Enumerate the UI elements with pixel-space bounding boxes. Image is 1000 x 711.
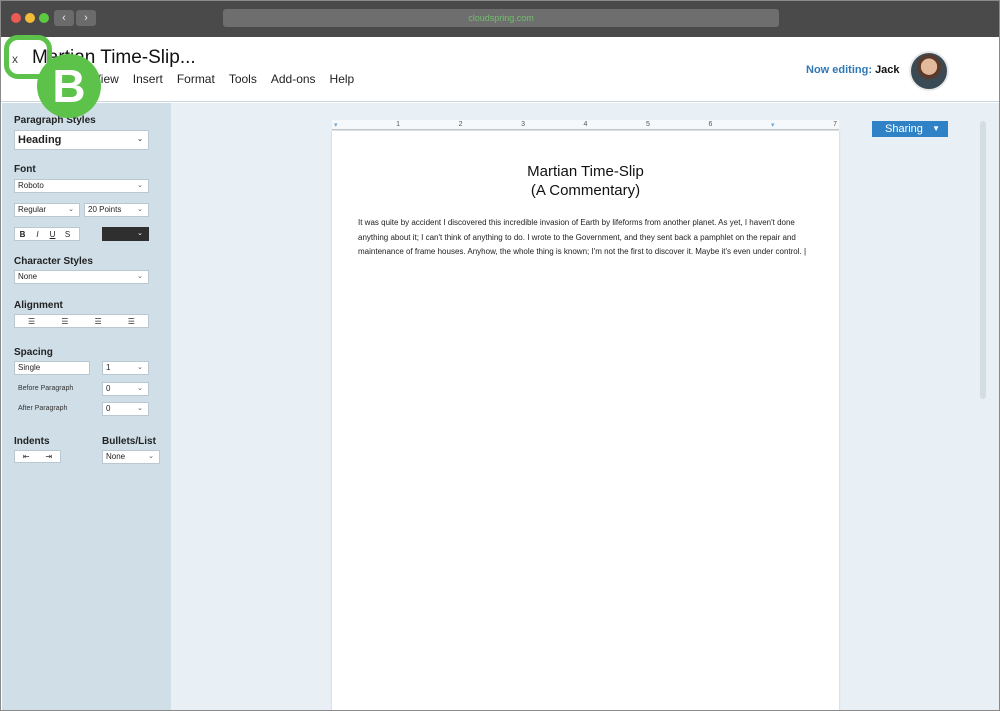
align-right-icon[interactable]: ☰ bbox=[95, 317, 102, 326]
alignment-label: Alignment bbox=[14, 300, 63, 311]
indent-toolbar: ⇤ ⇥ bbox=[14, 450, 61, 463]
align-center-icon[interactable]: ☰ bbox=[61, 317, 68, 326]
strikethrough-button[interactable]: S bbox=[60, 230, 75, 239]
document-page[interactable]: Martian Time-Slip (A Commentary) It was … bbox=[332, 131, 839, 710]
avatar[interactable] bbox=[909, 51, 949, 91]
spacing-label: Spacing bbox=[14, 347, 53, 358]
font-weight-value: Regular bbox=[18, 205, 47, 214]
underline-button[interactable]: U bbox=[45, 230, 60, 239]
menu-format[interactable]: Format bbox=[177, 72, 215, 86]
maximize-window-icon[interactable] bbox=[39, 13, 49, 23]
document-body[interactable]: It was quite by accident I discovered th… bbox=[358, 216, 814, 260]
address-bar[interactable]: cloudspring.com bbox=[223, 9, 779, 27]
ruler-tick-label: 5 bbox=[646, 121, 650, 128]
bold-button[interactable]: B bbox=[15, 230, 30, 239]
minimize-window-icon[interactable] bbox=[25, 13, 35, 23]
sharing-button[interactable]: Sharing ▼ bbox=[872, 121, 948, 137]
character-styles-label: Character Styles bbox=[14, 256, 93, 267]
back-button[interactable]: ‹ bbox=[54, 10, 74, 26]
align-justify-icon[interactable]: ☰ bbox=[128, 317, 135, 326]
left-indent-marker-icon[interactable]: ▾ bbox=[334, 121, 338, 129]
chevron-down-icon: ⌄ bbox=[137, 136, 143, 143]
after-paragraph-label: After Paragraph bbox=[18, 405, 68, 412]
bullets-list-select[interactable]: None ⌄ bbox=[102, 450, 160, 464]
document-paragraph: It was quite by accident I discovered th… bbox=[358, 218, 802, 257]
callout-badge: B bbox=[37, 54, 101, 118]
font-family-select[interactable]: Roboto ⌄ bbox=[14, 179, 149, 193]
chevron-down-icon: ⌄ bbox=[148, 453, 154, 460]
indents-label: Indents bbox=[14, 436, 50, 447]
line-spacing-select[interactable]: Single bbox=[14, 361, 90, 375]
font-family-value: Roboto bbox=[18, 181, 44, 190]
vertical-scrollbar[interactable] bbox=[980, 121, 986, 399]
paragraph-style-select[interactable]: Heading ⌄ bbox=[14, 130, 149, 150]
character-style-select[interactable]: None ⌄ bbox=[14, 270, 149, 284]
character-style-value: None bbox=[18, 272, 38, 281]
bullets-list-label: Bullets/List bbox=[102, 436, 156, 447]
chevron-down-icon: ⌄ bbox=[137, 364, 143, 371]
line-spacing-value: Single bbox=[18, 363, 41, 372]
chevron-down-icon: ⌄ bbox=[137, 182, 143, 189]
browser-chrome: ‹ › cloudspring.com bbox=[1, 1, 999, 37]
bullets-list-value: None bbox=[106, 452, 126, 461]
text-format-toolbar: B I U S bbox=[14, 227, 80, 241]
sharing-label: Sharing bbox=[885, 123, 923, 135]
text-cursor: | bbox=[803, 247, 807, 257]
app-header: x Martian Time-Slip... View Insert Forma… bbox=[1, 37, 999, 102]
now-editing-user: Jack bbox=[875, 64, 900, 76]
paragraph-styles-label: Paragraph Styles bbox=[14, 115, 96, 126]
document-heading-line-2: (A Commentary) bbox=[530, 182, 641, 199]
now-editing-label: Now editing: bbox=[806, 64, 872, 76]
decrease-indent-icon[interactable]: ⇤ bbox=[23, 452, 30, 461]
align-left-icon[interactable]: ☰ bbox=[28, 317, 35, 326]
menu-tools[interactable]: Tools bbox=[229, 72, 257, 86]
chevron-down-icon: ⌄ bbox=[137, 273, 143, 280]
dropdown-arrow-icon: ▼ bbox=[932, 124, 940, 133]
right-indent-marker-icon[interactable]: ▾ bbox=[771, 121, 775, 129]
after-paragraph-select[interactable]: 0 ⌄ bbox=[102, 402, 149, 416]
ruler-tick-label: 4 bbox=[583, 121, 588, 128]
before-paragraph-select[interactable]: 0 ⌄ bbox=[102, 382, 149, 396]
chevron-down-icon: ⌄ bbox=[68, 206, 74, 213]
italic-button[interactable]: I bbox=[30, 230, 45, 239]
font-label: Font bbox=[14, 164, 36, 175]
before-paragraph-label: Before Paragraph bbox=[18, 385, 74, 392]
ruler-tick-label: 2 bbox=[458, 121, 463, 128]
close-window-icon[interactable] bbox=[11, 13, 21, 23]
font-size-select[interactable]: 20 Points ⌄ bbox=[84, 203, 149, 217]
menu-add-ons[interactable]: Add-ons bbox=[271, 72, 316, 86]
chevron-down-icon: ⌄ bbox=[137, 206, 143, 213]
spacing-count-select[interactable]: 1 ⌄ bbox=[102, 361, 149, 375]
font-color-select[interactable]: ⌄ bbox=[102, 227, 149, 241]
ruler-tick-label: 1 bbox=[396, 121, 400, 128]
document-heading-line-1: Martian Time-Slip bbox=[527, 163, 644, 180]
formatting-sidebar: Paragraph Styles Heading ⌄ Font Roboto ⌄… bbox=[2, 103, 171, 710]
increase-indent-icon[interactable]: ⇥ bbox=[45, 452, 52, 461]
ruler: ▾ 1 2 3 4 5 6 ▾ 7 bbox=[332, 120, 839, 130]
app-window: ‹ › cloudspring.com x Martian Time-Slip.… bbox=[0, 0, 1000, 711]
now-editing-indicator: Now editing: Jack bbox=[806, 64, 900, 76]
after-paragraph-value: 0 bbox=[106, 404, 111, 413]
menu-bar: View Insert Format Tools Add-ons Help bbox=[93, 72, 368, 86]
before-paragraph-value: 0 bbox=[106, 384, 111, 393]
alignment-toolbar: ☰ ☰ ☰ ☰ bbox=[14, 314, 149, 328]
spacing-count-value: 1 bbox=[106, 363, 111, 372]
chevron-down-icon: ⌄ bbox=[137, 405, 143, 412]
chevron-down-icon: ⌄ bbox=[137, 230, 143, 237]
ruler-tick-label: 7 bbox=[833, 121, 837, 128]
ruler-tick-label: 3 bbox=[521, 121, 525, 128]
paragraph-style-value: Heading bbox=[18, 134, 62, 146]
menu-insert[interactable]: Insert bbox=[133, 72, 163, 86]
font-size-value: 20 Points bbox=[88, 205, 122, 214]
menu-help[interactable]: Help bbox=[330, 72, 355, 86]
font-weight-select[interactable]: Regular ⌄ bbox=[14, 203, 80, 217]
chevron-down-icon: ⌄ bbox=[137, 385, 143, 392]
forward-button[interactable]: › bbox=[76, 10, 96, 26]
ruler-tick-label: 6 bbox=[708, 121, 713, 128]
